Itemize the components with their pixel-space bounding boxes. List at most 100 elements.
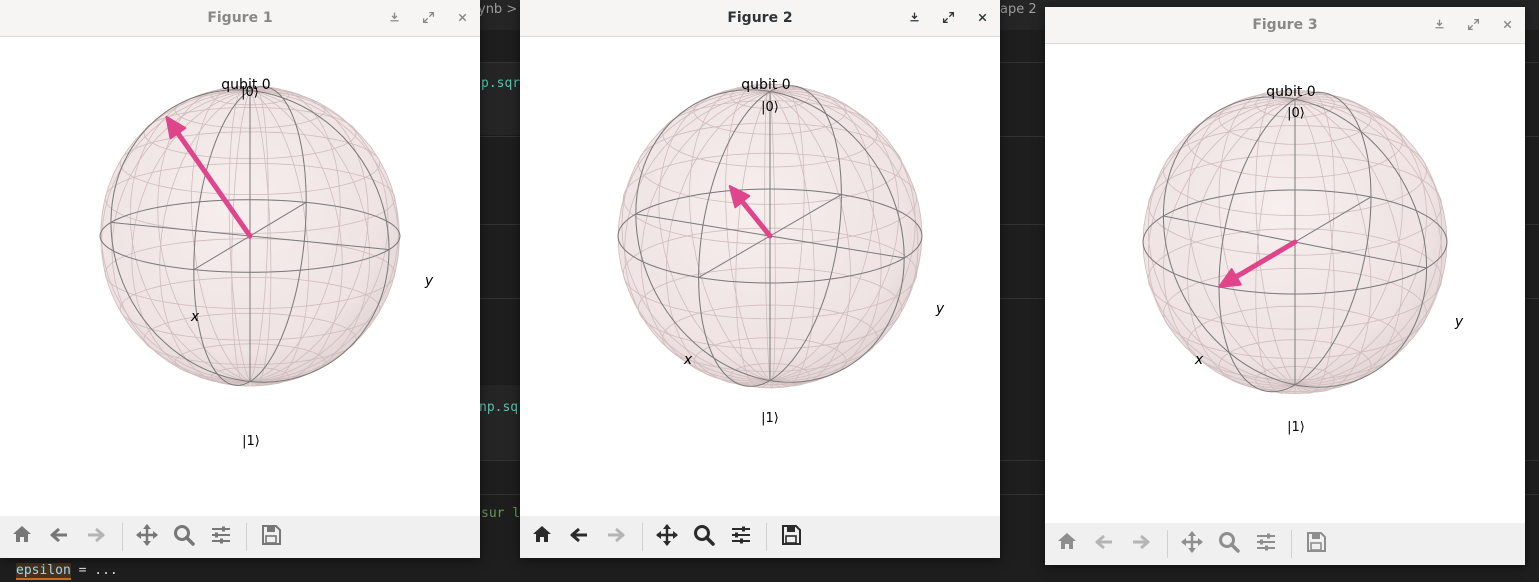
download-icon	[388, 9, 401, 28]
maximize-icon	[942, 9, 955, 28]
close-button[interactable]	[1495, 13, 1519, 37]
x-axis-label: x	[190, 309, 200, 325]
bloch-sphere-plot[interactable]: qubit 0 |0⟩ |1⟩ x y	[520, 37, 1000, 516]
zoom-magnifier-tool-button[interactable]	[692, 525, 716, 549]
window-title: Figure 2	[727, 10, 793, 26]
download-button[interactable]	[902, 6, 926, 30]
home-tool-button[interactable]	[530, 525, 554, 549]
save-floppy-tool-button[interactable]	[779, 525, 803, 549]
plot-title: qubit 0	[1266, 84, 1315, 100]
back-arrow-tool-button[interactable]	[47, 525, 71, 549]
pan-move-tool-button[interactable]	[655, 524, 679, 550]
pan-move-icon	[136, 524, 158, 550]
toolbar-separator	[766, 523, 767, 551]
pan-move-icon	[1181, 531, 1203, 557]
maximize-icon	[422, 9, 435, 28]
x-axis-label: x	[683, 352, 693, 368]
window-title: Figure 3	[1252, 17, 1318, 33]
back-arrow-tool-button[interactable]	[567, 525, 591, 549]
home-tool-button[interactable]	[10, 525, 34, 549]
configure-subplots-tool-button[interactable]	[729, 525, 753, 549]
maximize-button[interactable]	[416, 6, 440, 30]
forward-arrow-icon	[605, 524, 627, 550]
back-arrow-icon	[1093, 531, 1115, 557]
figure-canvas[interactable]: qubit 0 |0⟩ |1⟩ x y	[1045, 44, 1525, 523]
download-icon	[1433, 16, 1446, 35]
toolbar-separator	[122, 523, 123, 551]
ket-zero-label: |0⟩	[241, 85, 259, 100]
window-title: Figure 1	[207, 10, 273, 26]
pan-move-tool-button[interactable]	[135, 524, 159, 550]
y-axis-label: y	[1454, 314, 1464, 330]
plot-title: qubit 0	[741, 77, 790, 93]
bloch-sphere-plot[interactable]: qubit 0|0⟩|1⟩xy	[0, 37, 480, 516]
figure-1-window[interactable]: Figure 1 qubit 0 |0⟩ |1⟩ x y	[0, 0, 480, 558]
close-button[interactable]	[970, 6, 994, 30]
window-titlebar[interactable]: Figure 3	[1045, 7, 1525, 44]
save-floppy-icon	[780, 524, 802, 550]
ket-one-label: |1⟩	[242, 434, 260, 449]
editor-tab-label[interactable]: ape 2	[1000, 2, 1037, 17]
save-floppy-icon	[1305, 531, 1327, 557]
pan-move-icon	[656, 524, 678, 550]
save-floppy-tool-button[interactable]	[259, 525, 283, 549]
figure-canvas[interactable]: qubit 0 |0⟩ |1⟩ x y	[0, 37, 480, 516]
close-button[interactable]	[450, 6, 474, 30]
home-icon	[531, 524, 553, 550]
code-text: = ...	[70, 563, 118, 578]
back-arrow-icon	[568, 524, 590, 550]
zoom-magnifier-tool-button[interactable]	[1217, 532, 1241, 556]
zoom-magnifier-tool-button[interactable]	[172, 525, 196, 549]
matplotlib-toolbar	[520, 516, 1000, 558]
zoom-magnifier-icon	[1218, 531, 1240, 557]
toolbar-separator	[246, 523, 247, 551]
ket-zero-label: |0⟩	[1287, 106, 1305, 121]
code-line: np.sqr	[479, 400, 526, 415]
configure-subplots-icon	[1255, 531, 1277, 557]
forward-arrow-tool-button[interactable]	[84, 525, 108, 549]
editor-tab-breadcrumb[interactable]: ynb >	[478, 2, 517, 17]
code-line-bottom[interactable]: epsilon = ...	[16, 563, 118, 580]
bloch-sphere-plot[interactable]: qubit 0 |0⟩ |1⟩ x y	[1045, 44, 1525, 523]
y-axis-label: y	[935, 301, 945, 317]
download-button[interactable]	[382, 6, 406, 30]
forward-arrow-tool-button[interactable]	[1129, 532, 1153, 556]
y-axis-label: y	[424, 273, 434, 289]
close-icon	[1501, 16, 1514, 35]
save-floppy-tool-button[interactable]	[1304, 532, 1328, 556]
maximize-icon	[1467, 16, 1480, 35]
configure-subplots-tool-button[interactable]	[1254, 532, 1278, 556]
matplotlib-toolbar	[1045, 523, 1525, 565]
code-cell[interactable]	[480, 63, 520, 135]
forward-arrow-tool-button[interactable]	[604, 525, 628, 549]
maximize-button[interactable]	[936, 6, 960, 30]
pan-move-tool-button[interactable]	[1180, 531, 1204, 557]
figure-2-window[interactable]: Figure 2 qubit 0 |0⟩ |1⟩ x y	[520, 0, 1000, 558]
code-variable: epsilon	[16, 563, 71, 580]
zoom-magnifier-icon	[173, 524, 195, 550]
back-arrow-tool-button[interactable]	[1092, 532, 1116, 556]
close-icon	[976, 9, 989, 28]
figure-canvas[interactable]: qubit 0 |0⟩ |1⟩ x y	[520, 37, 1000, 516]
close-icon	[456, 9, 469, 28]
save-floppy-icon	[260, 524, 282, 550]
forward-arrow-icon	[1130, 531, 1152, 557]
download-button[interactable]	[1427, 13, 1451, 37]
figure-3-window[interactable]: Figure 3 qubit 0 |0⟩ |1⟩ x y	[1045, 7, 1525, 565]
configure-subplots-tool-button[interactable]	[209, 525, 233, 549]
configure-subplots-icon	[730, 524, 752, 550]
maximize-button[interactable]	[1461, 13, 1485, 37]
ket-one-label: |1⟩	[1287, 420, 1305, 435]
configure-subplots-icon	[210, 524, 232, 550]
home-tool-button[interactable]	[1055, 532, 1079, 556]
toolbar-separator	[642, 523, 643, 551]
toolbar-separator	[1291, 530, 1292, 558]
code-cell[interactable]	[480, 385, 520, 460]
window-titlebar[interactable]: Figure 1	[0, 0, 480, 37]
back-arrow-icon	[48, 524, 70, 550]
ket-zero-label: |0⟩	[761, 100, 779, 115]
zoom-magnifier-icon	[693, 524, 715, 550]
x-axis-label: x	[1194, 352, 1204, 368]
window-titlebar[interactable]: Figure 2	[520, 0, 1000, 37]
ket-one-label: |1⟩	[761, 411, 779, 426]
